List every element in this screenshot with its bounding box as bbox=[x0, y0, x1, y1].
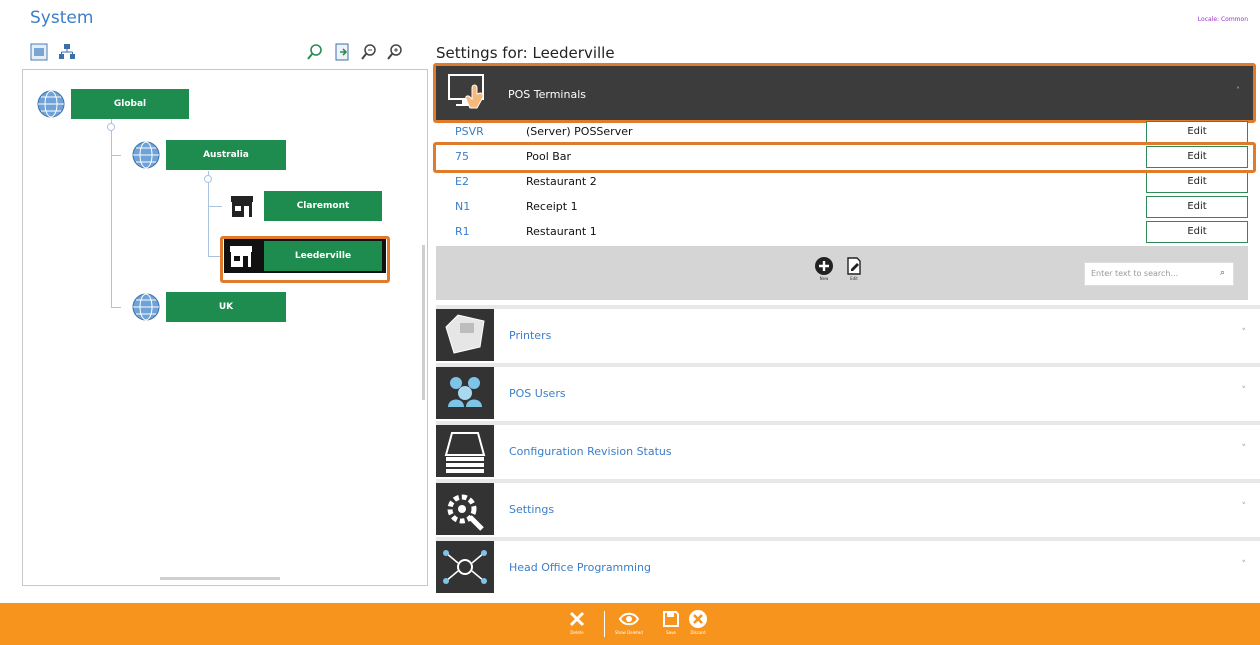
close-icon bbox=[569, 611, 585, 627]
section-printers[interactable]: Printers ˅ bbox=[436, 305, 1260, 361]
highlight-pool-bar bbox=[433, 142, 1256, 173]
eye-icon bbox=[618, 612, 640, 626]
search-tree-icon[interactable] bbox=[306, 43, 324, 61]
footer-toolbar: Delete Show Deleted Save Discard bbox=[0, 603, 1260, 645]
users-icon bbox=[436, 367, 494, 419]
section-label: Configuration Revision Status bbox=[509, 445, 672, 458]
globe-icon bbox=[132, 141, 160, 169]
gears-icon bbox=[436, 483, 494, 535]
terminal-name: Restaurant 2 bbox=[526, 175, 597, 188]
discard-button[interactable]: Discard bbox=[688, 609, 708, 635]
table-row[interactable]: E2 Restaurant 2 Edit bbox=[436, 170, 1248, 194]
search-input[interactable]: Enter text to search... ⌕ bbox=[1084, 262, 1234, 286]
section-pos-users[interactable]: POS Users ˅ bbox=[436, 363, 1260, 419]
terminal-name: Restaurant 1 bbox=[526, 225, 597, 238]
edit-button[interactable]: Edit bbox=[1146, 121, 1248, 143]
section-label: Settings bbox=[509, 503, 555, 516]
table-row[interactable]: R1 Restaurant 1 Edit bbox=[436, 220, 1248, 244]
tree-view-icon[interactable] bbox=[30, 43, 48, 61]
tree-node-uk[interactable]: UK bbox=[166, 292, 286, 322]
settings-title: Settings for: Leederville bbox=[436, 44, 615, 62]
edit-button[interactable]: Edit bbox=[1146, 171, 1248, 193]
show-deleted-button[interactable]: Show Deleted bbox=[615, 609, 643, 635]
tree-node-australia[interactable]: Australia bbox=[166, 140, 286, 170]
search-icon[interactable]: ⌕ bbox=[1220, 268, 1225, 278]
edit-toolbar-button[interactable]: Edit bbox=[844, 256, 864, 281]
hierarchy-icon[interactable] bbox=[58, 43, 76, 61]
chevron-down-icon[interactable]: ˅ bbox=[1242, 444, 1247, 454]
network-icon bbox=[436, 541, 494, 593]
tree-node-global[interactable]: Global bbox=[71, 89, 189, 119]
terminal-name: (Server) POSServer bbox=[526, 125, 633, 138]
chevron-down-icon[interactable]: ˅ bbox=[1242, 386, 1247, 396]
zoom-in-icon[interactable] bbox=[360, 43, 378, 61]
edit-button[interactable]: Edit bbox=[1146, 196, 1248, 218]
zoom-out-icon[interactable] bbox=[386, 43, 404, 61]
new-button[interactable]: New bbox=[814, 256, 834, 281]
tree-horizontal-scrollbar[interactable] bbox=[160, 577, 280, 580]
stack-icon bbox=[436, 425, 494, 477]
terminal-code[interactable]: R1 bbox=[455, 225, 470, 238]
delete-button[interactable]: Delete bbox=[567, 609, 587, 635]
floppy-disk-icon bbox=[663, 611, 679, 627]
terminal-code[interactable]: N1 bbox=[455, 200, 470, 213]
edit-document-icon bbox=[847, 257, 861, 275]
section-head-office-programming[interactable]: Head Office Programming ˅ bbox=[436, 537, 1260, 593]
plus-circle-icon bbox=[815, 257, 833, 275]
printer-icon bbox=[436, 309, 494, 361]
chevron-down-icon[interactable]: ˅ bbox=[1242, 560, 1247, 570]
section-configuration-revision-status[interactable]: Configuration Revision Status ˅ bbox=[436, 421, 1260, 477]
tree-node-claremont[interactable]: Claremont bbox=[264, 191, 382, 221]
section-label: POS Users bbox=[509, 387, 566, 400]
edit-button[interactable]: Edit bbox=[1146, 221, 1248, 243]
locale-label[interactable]: Locale: Common bbox=[1198, 16, 1248, 23]
globe-icon bbox=[132, 293, 160, 321]
globe-icon bbox=[37, 90, 65, 118]
tree-vertical-scrollbar[interactable] bbox=[422, 245, 425, 400]
terminal-code[interactable]: PSVR bbox=[455, 125, 484, 138]
highlight-pos-terminals bbox=[433, 63, 1256, 123]
table-row[interactable]: PSVR (Server) POSServer Edit bbox=[436, 120, 1248, 144]
terminal-code[interactable]: E2 bbox=[455, 175, 469, 188]
chevron-down-icon[interactable]: ˅ bbox=[1242, 502, 1247, 512]
highlight-leederville bbox=[220, 236, 390, 283]
table-row[interactable]: N1 Receipt 1 Edit bbox=[436, 195, 1248, 219]
section-settings[interactable]: Settings ˅ bbox=[436, 479, 1260, 535]
footer-divider bbox=[604, 611, 605, 637]
page-title: System bbox=[30, 8, 94, 28]
store-icon bbox=[231, 196, 253, 217]
chevron-down-icon[interactable]: ˅ bbox=[1242, 328, 1247, 338]
cancel-circle-icon bbox=[689, 610, 707, 628]
section-label: Head Office Programming bbox=[509, 561, 652, 574]
export-icon[interactable] bbox=[334, 43, 352, 61]
terminal-name: Receipt 1 bbox=[526, 200, 578, 213]
section-label: Printers bbox=[509, 329, 552, 342]
save-button[interactable]: Save bbox=[661, 609, 681, 635]
